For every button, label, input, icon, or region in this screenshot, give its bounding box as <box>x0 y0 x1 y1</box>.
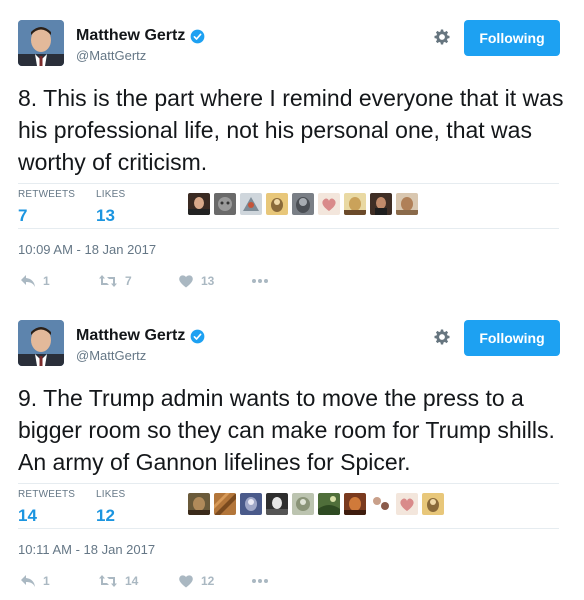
tweet-card: Matthew Gertz @MattGertz Following 8. Th… <box>0 0 584 300</box>
like-count: 13 <box>201 274 215 288</box>
liker-avatar[interactable] <box>344 193 366 215</box>
reply-count: 1 <box>43 574 50 588</box>
tweet-card: Matthew Gertz @MattGertz Following 9. Th… <box>0 300 584 600</box>
retweet-count: 7 <box>125 274 132 288</box>
liker-avatar[interactable] <box>292 193 314 215</box>
following-button[interactable]: Following <box>464 20 560 56</box>
liker-avatar[interactable] <box>318 493 340 515</box>
likes-count: 13 <box>96 206 115 225</box>
more-button[interactable] <box>250 274 270 288</box>
liker-avatar[interactable] <box>214 193 236 215</box>
reply-button[interactable]: 1 <box>20 274 50 288</box>
tweet-timestamp[interactable]: 10:11 AM - 18 Jan 2017 <box>18 542 155 557</box>
likes-stat[interactable]: LIKES 12 <box>96 489 125 526</box>
divider <box>18 483 559 484</box>
avatar[interactable] <box>18 320 64 366</box>
display-name[interactable]: Matthew Gertz <box>76 27 205 45</box>
reply-button[interactable]: 1 <box>20 574 50 588</box>
liker-avatars <box>188 193 418 215</box>
like-count: 12 <box>201 574 215 588</box>
display-name[interactable]: Matthew Gertz <box>76 327 205 345</box>
liker-avatar[interactable] <box>370 493 392 515</box>
like-button[interactable]: 12 <box>178 574 214 588</box>
like-button[interactable]: 13 <box>178 274 214 288</box>
liker-avatar[interactable] <box>396 493 418 515</box>
retweets-stat[interactable]: RETWEETS 7 <box>18 189 75 226</box>
liker-avatar[interactable] <box>344 493 366 515</box>
user-handle[interactable]: @MattGertz <box>76 48 146 63</box>
gear-icon[interactable] <box>432 327 452 347</box>
liker-avatar[interactable] <box>396 193 418 215</box>
divider <box>18 528 559 529</box>
more-dots-icon <box>252 579 268 583</box>
liker-avatar[interactable] <box>422 493 444 515</box>
retweet-button[interactable]: 7 <box>98 274 132 288</box>
retweet-icon <box>99 275 117 287</box>
liker-avatars <box>188 493 444 515</box>
following-button[interactable]: Following <box>464 320 560 356</box>
likes-stat[interactable]: LIKES 13 <box>96 189 125 226</box>
likes-count: 12 <box>96 506 115 525</box>
retweets-count: 14 <box>18 506 37 525</box>
more-button[interactable] <box>250 574 270 588</box>
retweets-count: 7 <box>18 206 28 225</box>
more-dots-icon <box>252 279 268 283</box>
verified-badge-icon <box>190 29 205 44</box>
likes-label: LIKES <box>96 489 126 500</box>
reply-icon <box>21 575 35 587</box>
reply-icon <box>21 275 35 287</box>
retweets-label: RETWEETS <box>18 189 76 200</box>
liker-avatar[interactable] <box>266 193 288 215</box>
liker-avatar[interactable] <box>240 493 262 515</box>
liker-avatar[interactable] <box>318 193 340 215</box>
retweet-icon <box>99 575 117 587</box>
liker-avatar[interactable] <box>214 493 236 515</box>
divider <box>18 228 559 229</box>
display-name-text[interactable]: Matthew Gertz <box>76 27 185 45</box>
verified-badge-icon <box>190 329 205 344</box>
liker-avatar[interactable] <box>266 493 288 515</box>
heart-icon <box>179 575 193 588</box>
reply-count: 1 <box>43 274 50 288</box>
liker-avatar[interactable] <box>240 193 262 215</box>
liker-avatar[interactable] <box>188 493 210 515</box>
tweet-text: 9. The Trump admin wants to move the pre… <box>18 385 555 475</box>
likes-label: LIKES <box>96 189 126 200</box>
liker-avatar[interactable] <box>188 193 210 215</box>
retweets-label: RETWEETS <box>18 489 76 500</box>
user-handle[interactable]: @MattGertz <box>76 348 146 363</box>
retweet-button[interactable]: 14 <box>98 574 138 588</box>
gear-icon[interactable] <box>432 27 452 47</box>
liker-avatar[interactable] <box>292 493 314 515</box>
retweet-count: 14 <box>125 574 139 588</box>
heart-icon <box>179 275 193 288</box>
liker-avatar[interactable] <box>370 193 392 215</box>
tweet-text: 8. This is the part where I remind every… <box>18 85 564 175</box>
divider <box>18 183 559 184</box>
retweets-stat[interactable]: RETWEETS 14 <box>18 489 75 526</box>
avatar[interactable] <box>18 20 64 66</box>
tweet-timestamp[interactable]: 10:09 AM - 18 Jan 2017 <box>18 242 156 257</box>
display-name-text[interactable]: Matthew Gertz <box>76 327 185 345</box>
